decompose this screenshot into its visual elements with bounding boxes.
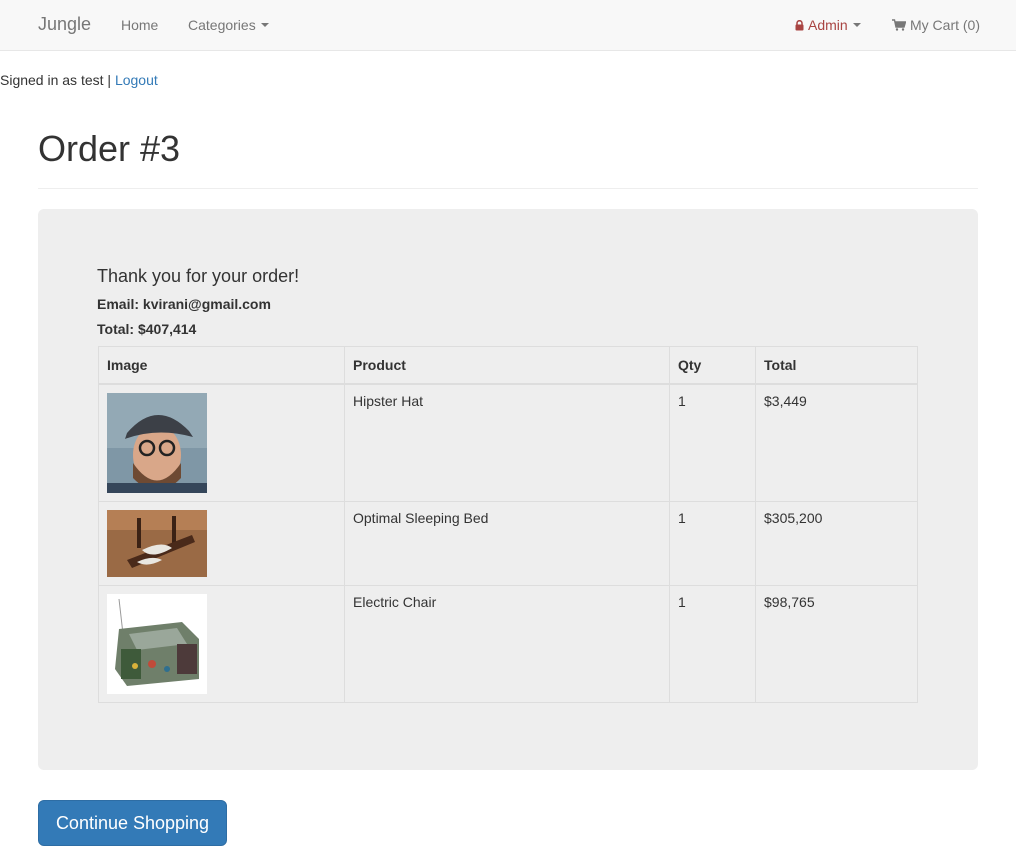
column-header-image: Image [98,346,345,385]
table-row: Hipster Hat 1 $3,449 [98,383,918,502]
continue-shopping-button[interactable]: Continue Shopping [38,800,227,846]
logout-link[interactable]: Logout [115,72,158,88]
column-header-total: Total [755,346,918,385]
product-total: $3,449 [755,383,918,502]
nav-admin-label: Admin [808,17,848,33]
table-row: Electric Chair 1 $98,765 [98,584,918,703]
cart-icon [892,19,906,31]
nav-categories-dropdown[interactable]: Categories [188,17,269,33]
session-status: Signed in as test | Logout [0,72,158,88]
product-image-cell [98,383,345,502]
order-items-table: Image Product Qty Total Hipster Hat 1 $3… [98,346,918,703]
continue-shopping-label: Continue Shopping [55,812,210,833]
brand-link[interactable]: Jungle [38,14,91,35]
product-image-cell [98,584,345,703]
electric-chair-image [107,593,207,694]
product-qty: 1 [669,383,756,502]
table-header-row: Image Product Qty Total [98,346,918,385]
nav-home-label: Home [121,17,159,33]
signed-in-text: Signed in as test | [0,72,112,88]
nav-cart[interactable]: My Cart (0) [892,17,980,33]
nav-categories-label: Categories [188,17,256,33]
nav-home[interactable]: Home [121,17,158,33]
chevron-down-icon [852,23,861,27]
product-total: $98,765 [755,584,918,703]
lock-icon [795,19,804,30]
column-header-product: Product [344,346,670,385]
nav-admin-dropdown[interactable]: Admin [795,17,861,33]
column-header-qty: Qty [669,346,756,385]
navbar: Jungle Home Categories Admin My Cart (0) [0,0,1016,51]
product-name: Electric Chair [344,584,670,703]
order-email: Email: kvirani@gmail.com [97,296,271,312]
chevron-down-icon [260,23,269,27]
product-name: Hipster Hat [344,383,670,502]
product-name: Optimal Sleeping Bed [344,500,670,586]
nav-cart-label: My Cart (0) [910,17,980,33]
product-qty: 1 [669,500,756,586]
product-total: $305,200 [755,500,918,586]
thank-you-heading: Thank you for your order! [97,266,300,286]
order-total: Total: $407,414 [97,321,197,337]
product-image-cell [98,500,345,586]
hipster-hat-image [107,392,207,493]
table-row: Optimal Sleeping Bed 1 $305,200 [98,500,918,586]
divider [38,188,978,189]
page-title: Order #3 [38,128,181,169]
product-qty: 1 [669,584,756,703]
sleeping-bed-image [107,509,207,577]
